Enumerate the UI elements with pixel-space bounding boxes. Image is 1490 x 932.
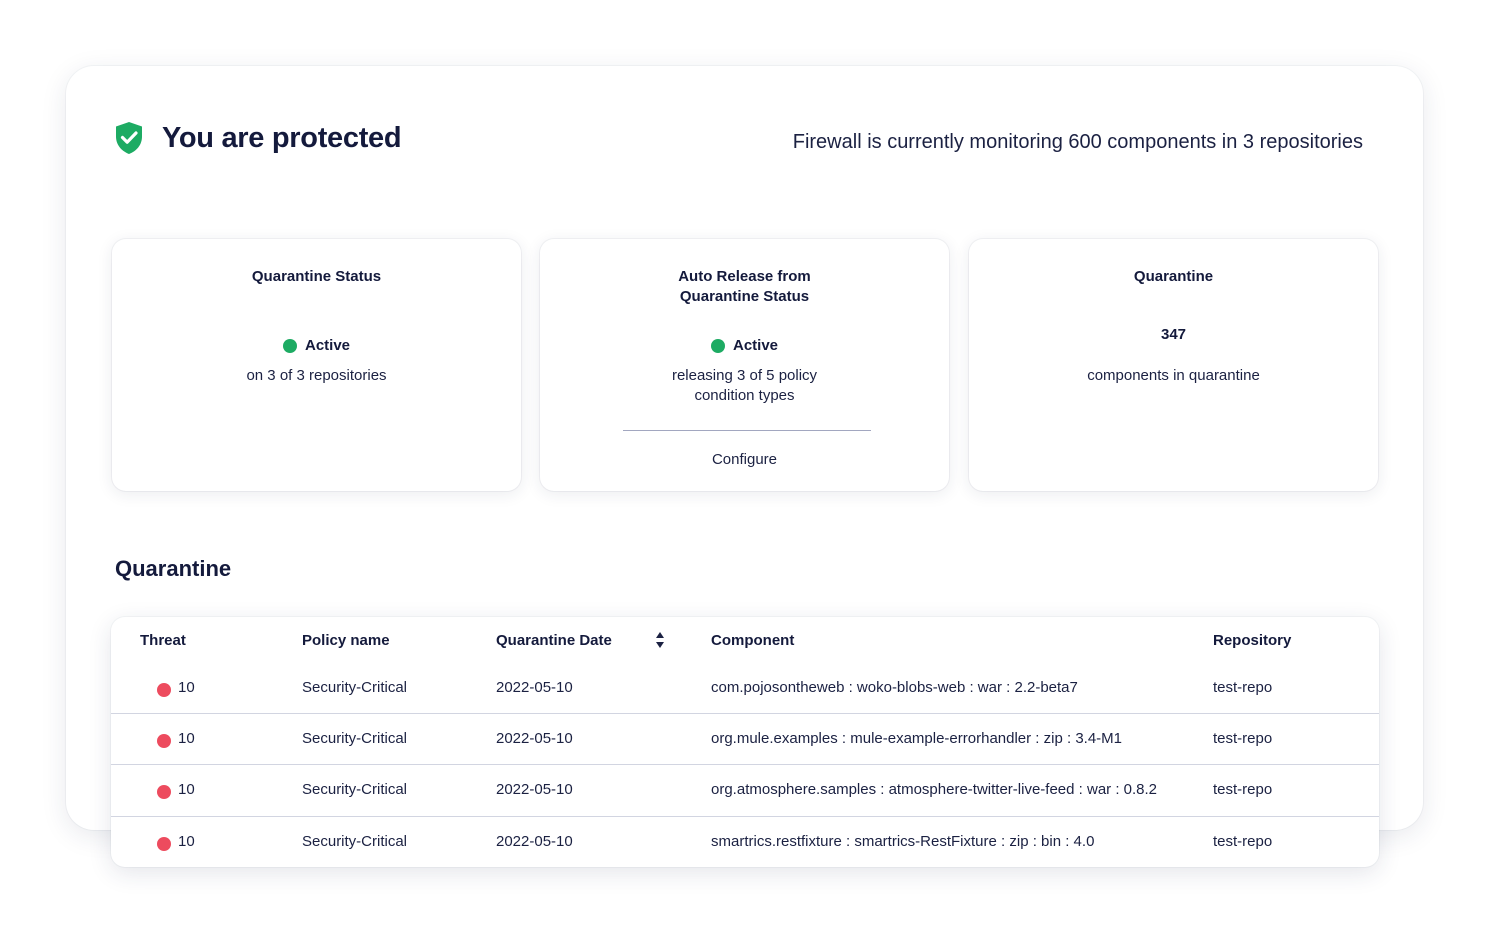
quarantine-status-card: Quarantine Status Active on 3 of 3 repos… <box>112 239 521 491</box>
threat-dot-icon <box>157 837 171 851</box>
component-name: org.atmosphere.samples : atmosphere-twit… <box>711 781 1158 798</box>
quarantine-count-card: Quarantine 347 components in quarantine <box>969 239 1378 491</box>
card-subtitle: components in quarantine <box>1087 367 1260 384</box>
configure-link[interactable]: Configure <box>540 451 949 468</box>
threat-level: 10 <box>178 679 195 696</box>
component-name: org.mule.examples : mule-example-errorha… <box>711 730 1122 747</box>
quarantine-date: 2022-05-10 <box>496 833 573 850</box>
quarantine-date: 2022-05-10 <box>496 730 573 747</box>
divider <box>623 430 871 431</box>
card-subtitle: releasing 3 of 5 policy condition types <box>540 366 949 406</box>
auto-release-card: Auto Release from Quarantine Status Acti… <box>540 239 949 491</box>
card-subtitle-line: condition types <box>694 387 795 404</box>
threat-dot-icon <box>157 734 171 748</box>
table-row[interactable]: 10 Security-Critical 2022-05-10 org.mule… <box>111 713 1379 765</box>
shield-check-icon <box>116 122 142 154</box>
column-header-repository[interactable]: Repository <box>1213 632 1291 649</box>
card-title-line: Quarantine Status <box>679 288 810 305</box>
status-label: Active <box>304 337 351 354</box>
column-header-date[interactable]: Quarantine Date <box>496 632 612 649</box>
repository-name: test-repo <box>1213 781 1273 798</box>
card-title: Quarantine Status <box>251 268 382 285</box>
quarantine-date: 2022-05-10 <box>496 781 573 798</box>
status-dot-icon <box>710 338 725 353</box>
quarantine-count: 347 <box>1160 326 1187 343</box>
monitoring-summary: Firewall is currently monitoring 600 com… <box>792 131 1363 153</box>
quarantine-table: Threat Policy name Quarantine Date Compo… <box>111 617 1379 867</box>
policy-name: Security-Critical <box>302 679 408 696</box>
table-row[interactable]: 10 Security-Critical 2022-05-10 com.pojo… <box>111 663 1379 714</box>
status-dot-icon <box>282 338 297 353</box>
card-title: Auto Release from Quarantine Status <box>540 267 949 307</box>
sort-icon[interactable] <box>655 631 665 649</box>
threat-level: 10 <box>178 730 195 747</box>
repository-name: test-repo <box>1213 833 1273 850</box>
page-title: You are protected <box>162 122 402 154</box>
threat-dot-icon <box>157 683 171 697</box>
policy-name: Security-Critical <box>302 781 408 798</box>
table-row[interactable]: 10 Security-Critical 2022-05-10 smartric… <box>111 816 1379 867</box>
card-subtitle: on 3 of 3 repositories <box>246 367 387 384</box>
repository-name: test-repo <box>1213 679 1273 696</box>
repository-name: test-repo <box>1213 730 1273 747</box>
status-indicator: Active <box>540 337 949 354</box>
column-header-component[interactable]: Component <box>711 632 794 649</box>
policy-name: Security-Critical <box>302 730 408 747</box>
threat-level: 10 <box>178 833 195 850</box>
threat-dot-icon <box>157 785 171 799</box>
card-title: Quarantine <box>1133 268 1214 285</box>
status-indicator: Active <box>112 337 521 354</box>
card-title-line: Auto Release from <box>678 268 811 285</box>
column-header-threat[interactable]: Threat <box>140 632 186 649</box>
component-name: smartrics.restfixture : smartrics-RestFi… <box>711 833 1095 850</box>
card-subtitle-line: releasing 3 of 5 policy <box>671 367 818 384</box>
quarantine-date: 2022-05-10 <box>496 679 573 696</box>
component-name: com.pojosontheweb : woko-blobs-web : war… <box>711 679 1078 696</box>
table-row[interactable]: 10 Security-Critical 2022-05-10 org.atmo… <box>111 764 1379 816</box>
column-header-policy[interactable]: Policy name <box>302 632 390 649</box>
threat-level: 10 <box>178 781 195 798</box>
section-title: Quarantine <box>115 556 232 581</box>
status-label: Active <box>732 337 779 354</box>
policy-name: Security-Critical <box>302 833 408 850</box>
